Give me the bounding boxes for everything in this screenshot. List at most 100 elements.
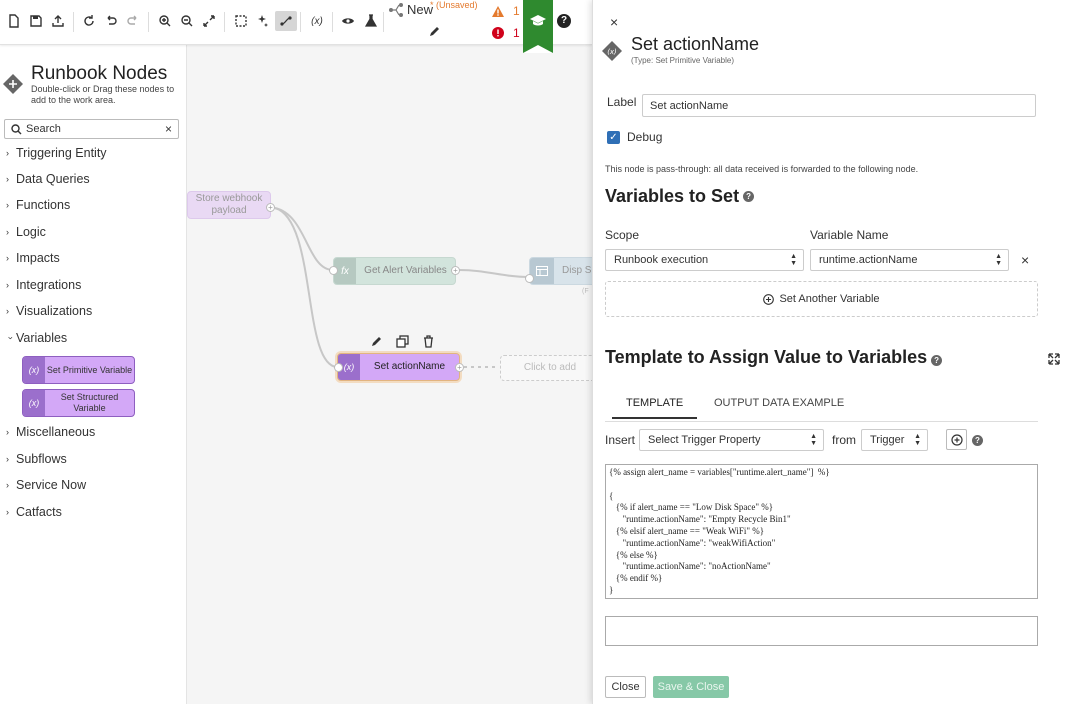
remove-variable-icon[interactable]: × [1021, 252, 1029, 268]
magic-layout-icon[interactable] [254, 12, 272, 30]
debug-label: Debug [627, 130, 663, 144]
chevron-right-icon: › [6, 174, 9, 184]
click-to-add-placeholder[interactable]: Click to add [500, 355, 600, 381]
learning-mode-button[interactable] [523, 0, 553, 53]
node-properties-panel: × (x) Set actionName (Type: Set Primitiv… [592, 0, 1067, 704]
category-miscellaneous[interactable]: › Miscellaneous [6, 425, 95, 439]
node-set-action-name[interactable]: (x) Set actionName [337, 353, 460, 381]
output-port[interactable]: + [266, 203, 275, 212]
connect-mode-icon[interactable] [275, 11, 297, 31]
node-search[interactable]: × [4, 119, 179, 139]
select-area-icon[interactable] [232, 12, 250, 30]
search-input[interactable] [26, 122, 156, 136]
help-icon[interactable]: ? [972, 435, 983, 446]
category-integrations[interactable]: › Integrations [6, 278, 81, 292]
panel-title: Set actionName [631, 34, 760, 54]
category-catfacts[interactable]: › Catfacts [6, 505, 62, 519]
variables-to-set-heading: Variables to Set ? [605, 186, 755, 207]
runbook-logo-icon [3, 74, 23, 94]
category-impacts[interactable]: › Impacts [6, 251, 60, 265]
label-input[interactable] [642, 94, 1036, 117]
zoom-in-icon[interactable] [156, 12, 174, 30]
refresh-icon[interactable] [80, 12, 98, 30]
save-icon[interactable] [27, 12, 45, 30]
select-arrows-icon: ▲ ▼ [810, 433, 817, 447]
node-label: Get Alert Variables [364, 265, 447, 276]
fit-screen-icon[interactable] [200, 12, 218, 30]
category-functions[interactable]: › Functions [6, 198, 70, 212]
insert-property-value: Select Trigger Property [648, 434, 761, 446]
close-panel-icon[interactable]: × [610, 14, 618, 30]
category-label: Integrations [16, 278, 82, 292]
zoom-out-icon[interactable] [178, 12, 196, 30]
undo-icon[interactable] [102, 12, 120, 30]
save-and-close-button[interactable]: Save & Close [653, 676, 729, 698]
sidebar-title: Runbook Nodes [31, 63, 168, 84]
output-port[interactable]: + [451, 266, 460, 275]
search-icon [11, 124, 22, 135]
work-area-canvas[interactable]: Store webhook payload + fx Get Alert Var… [187, 45, 600, 704]
pass-through-note: This node is pass-through: all data rece… [605, 164, 919, 174]
debug-checkbox[interactable]: ✓ Debug [607, 130, 662, 144]
warning-count[interactable]: 1 [492, 4, 520, 18]
template-code-editor[interactable]: {% assign alert_name = variables["runtim… [605, 464, 1038, 599]
input-port[interactable] [525, 274, 534, 283]
tab-template[interactable]: TEMPLATE [611, 397, 698, 419]
variable-name-label: Variable Name [810, 228, 889, 242]
test-flask-icon[interactable] [362, 12, 380, 30]
category-triggering-entity[interactable]: › Triggering Entity [6, 146, 107, 160]
palette-node-set-structured-variable[interactable]: (x) Set Structured Variable [22, 389, 135, 417]
template-heading: Template to Assign Value to Variables ? [605, 347, 943, 368]
category-logic[interactable]: › Logic [6, 225, 46, 239]
output-port[interactable]: + [455, 363, 464, 372]
category-subflows[interactable]: › Subflows [6, 452, 67, 466]
node-display-summary[interactable]: Disp Su [529, 257, 599, 285]
input-port[interactable] [334, 363, 343, 372]
scope-select[interactable]: Runbook execution ▲ ▼ [605, 249, 804, 271]
node-label: Set actionName [373, 361, 446, 372]
edit-pencil-icon[interactable] [370, 335, 383, 348]
duplicate-icon[interactable] [396, 335, 409, 348]
checkbox-check-icon: ✓ [607, 130, 620, 144]
node-get-alert-variables[interactable]: fx Get Alert Variables [333, 257, 456, 285]
export-icon[interactable] [49, 12, 67, 30]
from-source-value: Trigger [870, 434, 905, 446]
variable-name-select[interactable]: runtime.actionName ▲ ▼ [810, 249, 1009, 271]
error-circle-icon [492, 27, 504, 39]
input-port[interactable] [329, 266, 338, 275]
label-caption: Label [607, 95, 637, 109]
insert-label: Insert [605, 433, 636, 447]
set-another-variable-button[interactable]: Set Another Variable [605, 281, 1038, 317]
palette-node-set-primitive-variable[interactable]: (x) Set Primitive Variable [22, 356, 135, 384]
help-icon[interactable]: ? [743, 191, 755, 202]
category-variables[interactable]: › Variables [6, 331, 67, 345]
expand-icon[interactable] [1048, 353, 1060, 365]
category-data-queries[interactable]: › Data Queries [6, 172, 90, 186]
preview-eye-icon[interactable] [339, 12, 357, 30]
help-icon[interactable]: ? [931, 355, 943, 366]
delete-trash-icon[interactable] [422, 335, 435, 348]
edit-name-pencil-icon[interactable] [428, 26, 440, 38]
category-visualizations[interactable]: › Visualizations [6, 304, 92, 318]
variables-icon[interactable]: (x) [308, 12, 326, 30]
category-label: Variables [16, 331, 68, 345]
toolbar-divider [224, 12, 225, 32]
tab-output-data-example[interactable]: OUTPUT DATA EXAMPLE [714, 397, 844, 409]
chevron-right-icon: › [6, 253, 9, 263]
insert-property-button[interactable] [946, 429, 967, 450]
template-secondary-textarea[interactable] [605, 616, 1038, 646]
category-label: Data Queries [16, 172, 90, 186]
close-button[interactable]: Close [605, 676, 646, 698]
node-store-webhook-payload[interactable]: Store webhook payload [187, 191, 271, 219]
chevron-right-icon: › [6, 507, 9, 517]
category-service-now[interactable]: › Service Now [6, 478, 86, 492]
clear-search-icon[interactable]: × [165, 122, 172, 136]
template-tabs: TEMPLATE OUTPUT DATA EXAMPLE [605, 386, 1038, 422]
new-file-icon[interactable] [5, 12, 23, 30]
help-icon[interactable]: ? [557, 14, 571, 28]
from-source-select[interactable]: Trigger ▲ ▼ [861, 429, 928, 451]
node-sublabel: (F [582, 288, 589, 295]
redo-icon[interactable] [124, 12, 142, 30]
insert-property-select[interactable]: Select Trigger Property ▲ ▼ [639, 429, 824, 451]
error-count[interactable]: 1 [492, 26, 520, 40]
